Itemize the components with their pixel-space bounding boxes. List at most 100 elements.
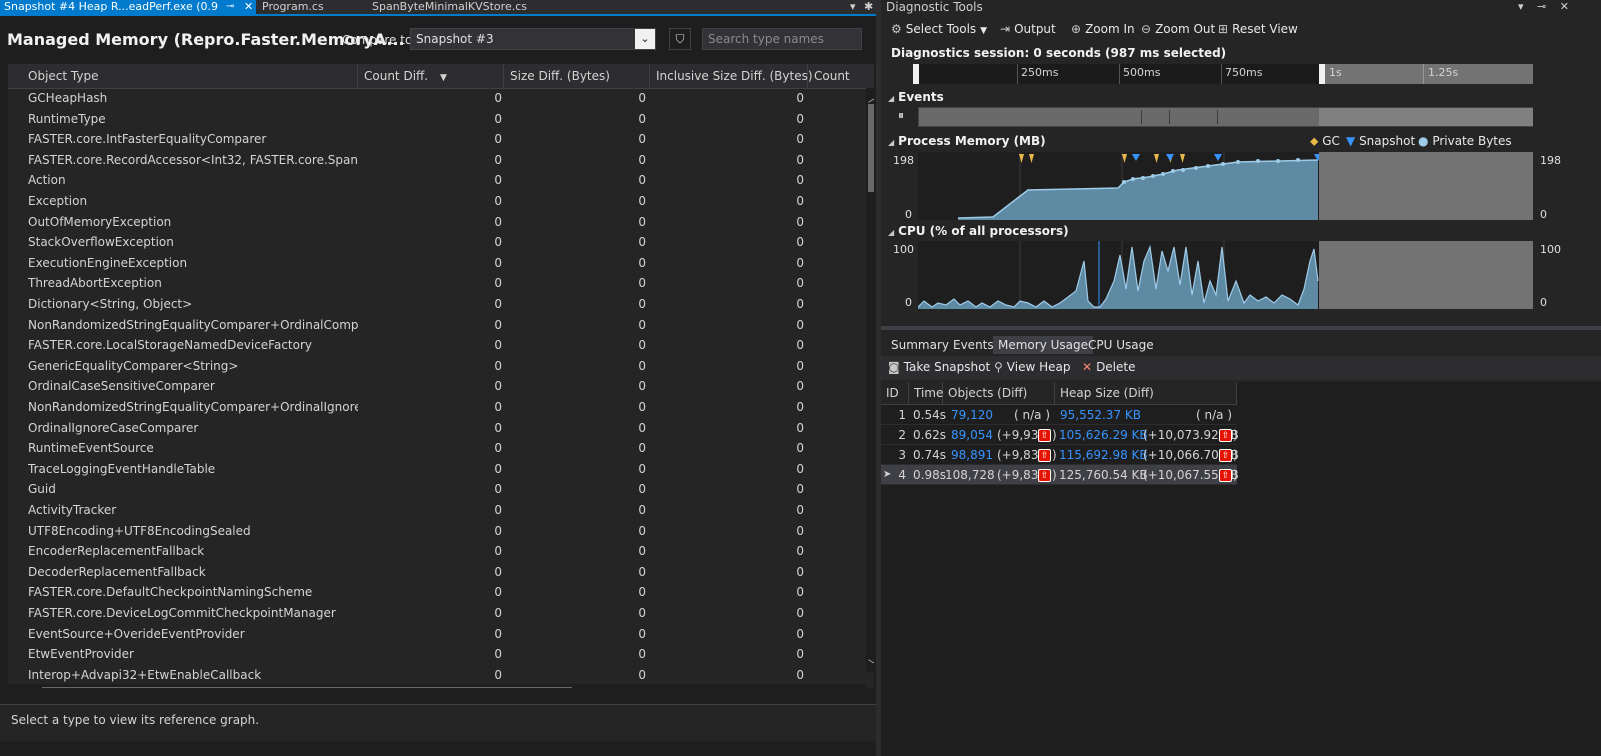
horizontal-scroll-thumb[interactable]: [42, 687, 572, 688]
snapshot-objects-link[interactable]: 89,054: [945, 425, 993, 445]
snapshot-row[interactable]: 1 0.54s 79,120 ( n/a ) 95,552.37 KB ( n/a ): [881, 405, 1237, 425]
section-splitter[interactable]: [881, 326, 1601, 330]
inclusive-size-diff-value: 0: [796, 152, 804, 167]
select-tools-button[interactable]: ⚙ Select Tools ▼: [891, 22, 987, 36]
table-row[interactable]: ExecutionEngineException 0 0 0: [8, 253, 874, 273]
scroll-up-icon[interactable]: ︿: [868, 90, 874, 105]
tab-summary[interactable]: Summary: [886, 336, 954, 354]
table-row[interactable]: OrdinalIgnoreCaseComparer 0 0 0: [8, 418, 874, 438]
table-row[interactable]: OutOfMemoryException 0 0 0: [8, 212, 874, 232]
vertical-scrollbar[interactable]: ︿ ﹀: [866, 88, 874, 672]
pin-icon[interactable]: ⊸: [226, 0, 234, 13]
table-row[interactable]: RuntimeType 0 0 0: [8, 109, 874, 129]
close-icon[interactable]: ✕: [244, 0, 253, 13]
scroll-right-icon[interactable]: ›: [830, 685, 835, 688]
snapshot-row[interactable]: 2 0.62s 89,054 (+9,934 ⇧) 105,626.29 KB (+10,0…: [881, 425, 1239, 445]
table-row[interactable]: Guid 0 0 0: [8, 479, 874, 499]
table-row[interactable]: FASTER.core.DefaultCheckpointNamingSchem…: [8, 582, 874, 602]
table-row[interactable]: TraceLoggingEventHandleTable 0 0 0: [8, 459, 874, 479]
table-row[interactable]: NonRandomizedStringEqualityComparer+Ordi…: [8, 397, 874, 417]
reset-view-button[interactable]: ⊞ Reset View: [1218, 22, 1298, 36]
chevron-down-icon[interactable]: ⌄: [635, 29, 655, 49]
table-row[interactable]: GenericEqualityComparer<String> 0 0 0: [8, 356, 874, 376]
increase-icon: ⇧: [1219, 425, 1232, 445]
table-row[interactable]: ThreadAbortException 0 0 0: [8, 273, 874, 293]
scroll-down-icon[interactable]: ﹀: [868, 656, 874, 671]
take-snapshot-button[interactable]: ◙ Take Snapshot: [888, 360, 990, 374]
col-count[interactable]: Count: [808, 64, 874, 88]
selection-end-handle[interactable]: [1319, 64, 1325, 84]
horizontal-scrollbar[interactable]: ‹ ›: [8, 684, 866, 688]
tab-events[interactable]: Events: [948, 336, 999, 354]
col-heap-size[interactable]: Heap Size (Diff): [1055, 382, 1237, 404]
snapshot-objects-link[interactable]: 98,891: [945, 445, 993, 465]
table-row[interactable]: GCHeapHash 0 0 0: [8, 88, 874, 108]
tab-snapshot-heap[interactable]: Snapshot #4 Heap R...eadPerf.exe (0.98s)…: [0, 0, 256, 14]
table-row[interactable]: EncoderReplacementFallback 0 0 0: [8, 541, 874, 561]
snapshot-heap-link: 125,760.54 KB: [1059, 468, 1148, 482]
search-input[interactable]: [702, 28, 862, 50]
snapshot-objects-link[interactable]: 79,120: [945, 405, 993, 425]
pin-icon[interactable]: ⊸: [1537, 0, 1546, 13]
zoom-in-button[interactable]: ⊕ Zoom In: [1071, 22, 1135, 36]
break-event-icon[interactable]: ⏸: [898, 108, 904, 123]
table-row[interactable]: StackOverflowException 0 0 0: [8, 232, 874, 252]
snapshot-heap-link[interactable]: 115,692.98 KB: [1059, 445, 1148, 465]
col-count-diff-label: Count Diff.: [364, 69, 429, 83]
events-section-header[interactable]: ◢ Events: [888, 90, 944, 104]
inclusive-size-diff-value: 0: [796, 111, 804, 126]
col-inclusive-size-diff[interactable]: Inclusive Size Diff. (Bytes): [650, 64, 813, 88]
view-heap-button[interactable]: ⚲ View Heap: [994, 360, 1070, 374]
table-row[interactable]: ActivityTracker 0 0 0: [8, 500, 874, 520]
col-objects[interactable]: Objects (Diff): [943, 382, 1055, 404]
cpu-graph[interactable]: [918, 241, 1533, 309]
cpu-section-header[interactable]: ◢ CPU (% of all processors): [888, 224, 1069, 238]
table-row[interactable]: FASTER.core.RecordAccessor<Int32, FASTER…: [8, 150, 874, 170]
snapshot-row[interactable]: 3 0.74s 98,891 (+9,837 ⇧) 115,692.98 KB (+10,0…: [881, 445, 1239, 465]
vertical-scroll-thumb[interactable]: [868, 104, 874, 192]
compare-to-select[interactable]: Snapshot #3 ⌄: [410, 28, 656, 50]
scroll-left-icon[interactable]: ‹: [22, 685, 27, 688]
tab-memory-usage[interactable]: Memory Usage: [993, 336, 1094, 354]
events-track[interactable]: [918, 107, 1533, 127]
table-row[interactable]: Interop+Advapi32+EtwEnableCallback 0 0 0: [8, 665, 874, 685]
table-row[interactable]: NonRandomizedStringEqualityComparer+Ordi…: [8, 315, 874, 335]
filter-button[interactable]: ⛉: [669, 28, 691, 50]
selection-start-handle[interactable]: [913, 64, 919, 84]
process-memory-section-header[interactable]: ◢ Process Memory (MB): [888, 134, 1046, 148]
output-button[interactable]: ⇥ Output: [1000, 22, 1056, 36]
tab-list-dropdown-icon[interactable]: ▾: [850, 0, 856, 14]
snapshot-heap-link[interactable]: 95,552.37 KB: [1059, 405, 1141, 425]
timeline-ruler[interactable]: 250ms 500ms 750ms 1s 1.25s: [913, 64, 1533, 84]
snapshot-row[interactable]: ➤ 4 0.98s 108,728 (+9,837 ⇧) 125,760.54 KB (+10…: [881, 465, 1239, 485]
tab-cpu-usage[interactable]: CPU Usage: [1083, 336, 1159, 354]
zoom-out-button[interactable]: ⊖ Zoom Out: [1141, 22, 1215, 36]
gear-icon[interactable]: ✱: [864, 0, 873, 14]
table-row[interactable]: FASTER.core.IntFasterEqualityComparer 0 0 0: [8, 129, 874, 149]
table-row[interactable]: UTF8Encoding+UTF8EncodingSealed 0 0 0: [8, 521, 874, 541]
table-row[interactable]: EventSource+OverideEventProvider 0 0 0: [8, 624, 874, 644]
tab-program-cs[interactable]: Program.cs: [262, 0, 324, 14]
delete-button[interactable]: ✕ Delete: [1082, 360, 1136, 374]
close-icon[interactable]: ✕: [1560, 0, 1569, 13]
dropdown-icon[interactable]: ▾: [1518, 0, 1524, 13]
col-object-type[interactable]: Object Type: [8, 64, 358, 88]
col-time[interactable]: Time: [909, 382, 943, 404]
table-row[interactable]: RuntimeEventSource 0 0 0: [8, 438, 874, 458]
col-id[interactable]: ID: [881, 382, 909, 404]
table-row[interactable]: OrdinalCaseSensitiveComparer 0 0 0: [8, 376, 874, 396]
table-row[interactable]: DecoderReplacementFallback 0 0 0: [8, 562, 874, 582]
process-memory-graph[interactable]: [918, 152, 1533, 220]
col-count-diff[interactable]: Count Diff. ▼: [358, 64, 504, 88]
unselected-range: [1320, 64, 1533, 84]
table-row[interactable]: FASTER.core.LocalStorageNamedDeviceFacto…: [8, 335, 874, 355]
table-row[interactable]: Dictionary<String, Object> 0 0 0: [8, 294, 874, 314]
col-size-diff[interactable]: Size Diff. (Bytes): [504, 64, 650, 88]
tab-spanbyte-store[interactable]: SpanByteMinimalKVStore.cs: [372, 0, 527, 14]
table-row[interactable]: EtwEventProvider 0 0 0: [8, 644, 874, 664]
table-row[interactable]: Exception 0 0 0: [8, 191, 874, 211]
table-row[interactable]: Action 0 0 0: [8, 170, 874, 190]
table-row[interactable]: FASTER.core.DeviceLogCommitCheckpointMan…: [8, 603, 874, 623]
snapshot-heap-link[interactable]: 105,626.29 KB: [1059, 425, 1148, 445]
view-heap-label: View Heap: [1006, 360, 1071, 374]
